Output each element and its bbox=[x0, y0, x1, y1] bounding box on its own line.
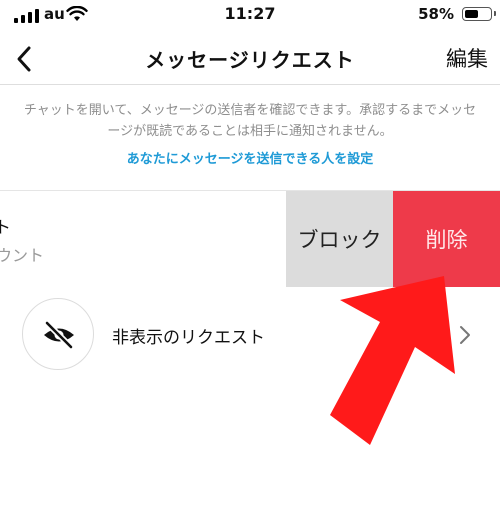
red-arrow-annotation bbox=[330, 276, 455, 445]
